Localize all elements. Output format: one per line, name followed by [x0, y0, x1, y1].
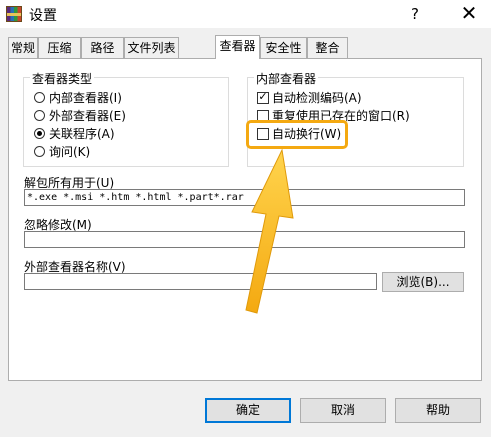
- unpack-all-input[interactable]: *.exe *.msi *.htm *.html *.part*.rar: [24, 189, 465, 206]
- radio-button[interactable]: [34, 110, 45, 121]
- checkbox-checked[interactable]: ✓: [257, 90, 269, 104]
- tab-file-list[interactable]: 文件列表: [124, 37, 179, 58]
- radio-button[interactable]: [34, 92, 45, 103]
- browse-button[interactable]: 浏览(B)...: [382, 272, 464, 292]
- ignore-modified-input[interactable]: [24, 231, 465, 248]
- tab-security[interactable]: 安全性: [260, 37, 307, 58]
- tab-integration[interactable]: 整合: [307, 37, 348, 58]
- viewer-type-title: 查看器类型: [30, 70, 95, 87]
- tab-compression[interactable]: 压缩: [38, 37, 81, 58]
- tab-viewer[interactable]: 查看器: [215, 35, 260, 59]
- radio-label: 关联程序(A): [49, 127, 115, 141]
- radio-label: 询问(K): [49, 145, 91, 159]
- help-button[interactable]: 帮助: [395, 398, 481, 423]
- radio-button-selected[interactable]: [34, 128, 45, 139]
- check-mark-icon: ✓: [258, 90, 268, 103]
- close-button[interactable]: ✕: [447, 0, 491, 28]
- ok-button[interactable]: 确定: [205, 398, 291, 423]
- radio-button[interactable]: [34, 146, 45, 157]
- title-bar: 设置 ? ✕: [0, 0, 491, 28]
- winrar-app-icon: [6, 6, 22, 22]
- checkbox-label: 自动检测编码(A): [272, 91, 362, 105]
- tab-paths[interactable]: 路径: [81, 37, 124, 58]
- tab-general[interactable]: 常规: [8, 37, 38, 58]
- external-viewer-input[interactable]: [24, 273, 377, 290]
- annotation-highlight-box: [246, 120, 348, 149]
- radio-label: 内部查看器(I): [49, 91, 122, 105]
- help-titlebar-button[interactable]: ?: [402, 3, 428, 25]
- cancel-button[interactable]: 取消: [300, 398, 386, 423]
- internal-viewer-title: 内部查看器: [254, 70, 319, 87]
- radio-label: 外部查看器(E): [49, 109, 126, 123]
- window-title: 设置: [29, 8, 57, 24]
